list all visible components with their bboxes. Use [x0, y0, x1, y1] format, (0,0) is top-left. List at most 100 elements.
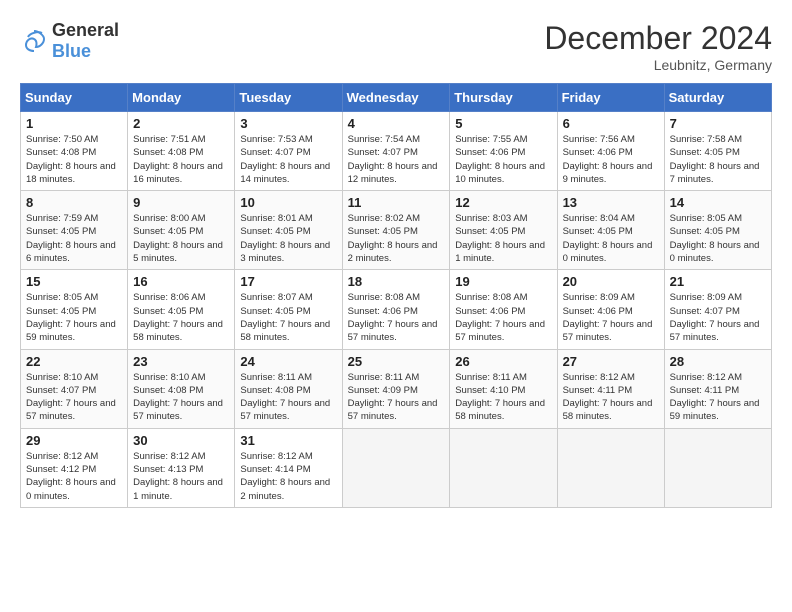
day-number: 12	[455, 195, 551, 210]
logo-blue: Blue	[52, 41, 91, 61]
day-info: Sunrise: 8:05 AM Sunset: 4:05 PM Dayligh…	[26, 291, 122, 344]
day-number: 9	[133, 195, 229, 210]
calendar-cell: 22 Sunrise: 8:10 AM Sunset: 4:07 PM Dayl…	[21, 349, 128, 428]
day-info: Sunrise: 7:56 AM Sunset: 4:06 PM Dayligh…	[563, 133, 659, 186]
day-number: 19	[455, 274, 551, 289]
calendar-cell: 1 Sunrise: 7:50 AM Sunset: 4:08 PM Dayli…	[21, 112, 128, 191]
day-info: Sunrise: 8:02 AM Sunset: 4:05 PM Dayligh…	[348, 212, 445, 265]
calendar-cell: 16 Sunrise: 8:06 AM Sunset: 4:05 PM Dayl…	[128, 270, 235, 349]
day-info: Sunrise: 8:11 AM Sunset: 4:10 PM Dayligh…	[455, 371, 551, 424]
day-number: 17	[240, 274, 336, 289]
calendar-cell: 7 Sunrise: 7:58 AM Sunset: 4:05 PM Dayli…	[664, 112, 771, 191]
day-info: Sunrise: 8:06 AM Sunset: 4:05 PM Dayligh…	[133, 291, 229, 344]
calendar-cell: 26 Sunrise: 8:11 AM Sunset: 4:10 PM Dayl…	[450, 349, 557, 428]
day-info: Sunrise: 8:12 AM Sunset: 4:12 PM Dayligh…	[26, 450, 122, 503]
calendar-week-row: 22 Sunrise: 8:10 AM Sunset: 4:07 PM Dayl…	[21, 349, 772, 428]
logo-general: General	[52, 20, 119, 40]
calendar-cell	[342, 428, 450, 507]
day-info: Sunrise: 8:09 AM Sunset: 4:06 PM Dayligh…	[563, 291, 659, 344]
day-info: Sunrise: 7:55 AM Sunset: 4:06 PM Dayligh…	[455, 133, 551, 186]
day-info: Sunrise: 8:04 AM Sunset: 4:05 PM Dayligh…	[563, 212, 659, 265]
calendar-header-saturday: Saturday	[664, 84, 771, 112]
calendar: SundayMondayTuesdayWednesdayThursdayFrid…	[20, 83, 772, 508]
day-info: Sunrise: 7:51 AM Sunset: 4:08 PM Dayligh…	[133, 133, 229, 186]
day-info: Sunrise: 8:12 AM Sunset: 4:13 PM Dayligh…	[133, 450, 229, 503]
calendar-header-wednesday: Wednesday	[342, 84, 450, 112]
day-number: 5	[455, 116, 551, 131]
day-number: 15	[26, 274, 122, 289]
calendar-header-friday: Friday	[557, 84, 664, 112]
day-number: 21	[670, 274, 766, 289]
calendar-header-tuesday: Tuesday	[235, 84, 342, 112]
day-number: 6	[563, 116, 659, 131]
calendar-cell: 27 Sunrise: 8:12 AM Sunset: 4:11 PM Dayl…	[557, 349, 664, 428]
day-info: Sunrise: 8:12 AM Sunset: 4:11 PM Dayligh…	[670, 371, 766, 424]
day-number: 16	[133, 274, 229, 289]
calendar-week-row: 8 Sunrise: 7:59 AM Sunset: 4:05 PM Dayli…	[21, 191, 772, 270]
calendar-cell: 19 Sunrise: 8:08 AM Sunset: 4:06 PM Dayl…	[450, 270, 557, 349]
day-number: 4	[348, 116, 445, 131]
day-number: 30	[133, 433, 229, 448]
calendar-header-thursday: Thursday	[450, 84, 557, 112]
day-info: Sunrise: 8:12 AM Sunset: 4:11 PM Dayligh…	[563, 371, 659, 424]
calendar-header-sunday: Sunday	[21, 84, 128, 112]
day-number: 2	[133, 116, 229, 131]
day-number: 27	[563, 354, 659, 369]
day-number: 3	[240, 116, 336, 131]
day-info: Sunrise: 8:03 AM Sunset: 4:05 PM Dayligh…	[455, 212, 551, 265]
calendar-cell: 15 Sunrise: 8:05 AM Sunset: 4:05 PM Dayl…	[21, 270, 128, 349]
calendar-cell: 23 Sunrise: 8:10 AM Sunset: 4:08 PM Dayl…	[128, 349, 235, 428]
calendar-cell: 29 Sunrise: 8:12 AM Sunset: 4:12 PM Dayl…	[21, 428, 128, 507]
calendar-cell: 6 Sunrise: 7:56 AM Sunset: 4:06 PM Dayli…	[557, 112, 664, 191]
calendar-cell: 17 Sunrise: 8:07 AM Sunset: 4:05 PM Dayl…	[235, 270, 342, 349]
calendar-cell: 30 Sunrise: 8:12 AM Sunset: 4:13 PM Dayl…	[128, 428, 235, 507]
calendar-cell: 2 Sunrise: 7:51 AM Sunset: 4:08 PM Dayli…	[128, 112, 235, 191]
calendar-cell	[664, 428, 771, 507]
header: General Blue December 2024 Leubnitz, Ger…	[20, 20, 772, 73]
calendar-cell: 25 Sunrise: 8:11 AM Sunset: 4:09 PM Dayl…	[342, 349, 450, 428]
calendar-cell: 14 Sunrise: 8:05 AM Sunset: 4:05 PM Dayl…	[664, 191, 771, 270]
calendar-cell: 10 Sunrise: 8:01 AM Sunset: 4:05 PM Dayl…	[235, 191, 342, 270]
calendar-header-row: SundayMondayTuesdayWednesdayThursdayFrid…	[21, 84, 772, 112]
logo: General Blue	[20, 20, 119, 62]
day-info: Sunrise: 8:05 AM Sunset: 4:05 PM Dayligh…	[670, 212, 766, 265]
month-title: December 2024	[544, 20, 772, 57]
calendar-cell: 12 Sunrise: 8:03 AM Sunset: 4:05 PM Dayl…	[450, 191, 557, 270]
day-number: 22	[26, 354, 122, 369]
calendar-week-row: 29 Sunrise: 8:12 AM Sunset: 4:12 PM Dayl…	[21, 428, 772, 507]
calendar-header-monday: Monday	[128, 84, 235, 112]
day-info: Sunrise: 8:00 AM Sunset: 4:05 PM Dayligh…	[133, 212, 229, 265]
day-info: Sunrise: 7:58 AM Sunset: 4:05 PM Dayligh…	[670, 133, 766, 186]
day-number: 13	[563, 195, 659, 210]
calendar-cell: 20 Sunrise: 8:09 AM Sunset: 4:06 PM Dayl…	[557, 270, 664, 349]
calendar-cell: 3 Sunrise: 7:53 AM Sunset: 4:07 PM Dayli…	[235, 112, 342, 191]
day-info: Sunrise: 7:59 AM Sunset: 4:05 PM Dayligh…	[26, 212, 122, 265]
calendar-cell	[450, 428, 557, 507]
day-number: 28	[670, 354, 766, 369]
day-info: Sunrise: 8:10 AM Sunset: 4:08 PM Dayligh…	[133, 371, 229, 424]
day-number: 10	[240, 195, 336, 210]
day-info: Sunrise: 8:10 AM Sunset: 4:07 PM Dayligh…	[26, 371, 122, 424]
day-info: Sunrise: 7:50 AM Sunset: 4:08 PM Dayligh…	[26, 133, 122, 186]
day-number: 20	[563, 274, 659, 289]
calendar-cell: 9 Sunrise: 8:00 AM Sunset: 4:05 PM Dayli…	[128, 191, 235, 270]
calendar-cell: 13 Sunrise: 8:04 AM Sunset: 4:05 PM Dayl…	[557, 191, 664, 270]
day-info: Sunrise: 8:11 AM Sunset: 4:08 PM Dayligh…	[240, 371, 336, 424]
calendar-cell: 11 Sunrise: 8:02 AM Sunset: 4:05 PM Dayl…	[342, 191, 450, 270]
day-number: 11	[348, 195, 445, 210]
day-number: 29	[26, 433, 122, 448]
calendar-cell: 4 Sunrise: 7:54 AM Sunset: 4:07 PM Dayli…	[342, 112, 450, 191]
calendar-cell: 18 Sunrise: 8:08 AM Sunset: 4:06 PM Dayl…	[342, 270, 450, 349]
calendar-cell: 5 Sunrise: 7:55 AM Sunset: 4:06 PM Dayli…	[450, 112, 557, 191]
day-info: Sunrise: 8:12 AM Sunset: 4:14 PM Dayligh…	[240, 450, 336, 503]
calendar-cell: 24 Sunrise: 8:11 AM Sunset: 4:08 PM Dayl…	[235, 349, 342, 428]
day-number: 18	[348, 274, 445, 289]
day-number: 25	[348, 354, 445, 369]
day-number: 31	[240, 433, 336, 448]
calendar-week-row: 1 Sunrise: 7:50 AM Sunset: 4:08 PM Dayli…	[21, 112, 772, 191]
day-number: 1	[26, 116, 122, 131]
location: Leubnitz, Germany	[544, 57, 772, 73]
day-info: Sunrise: 8:08 AM Sunset: 4:06 PM Dayligh…	[455, 291, 551, 344]
day-info: Sunrise: 7:53 AM Sunset: 4:07 PM Dayligh…	[240, 133, 336, 186]
calendar-cell: 28 Sunrise: 8:12 AM Sunset: 4:11 PM Dayl…	[664, 349, 771, 428]
